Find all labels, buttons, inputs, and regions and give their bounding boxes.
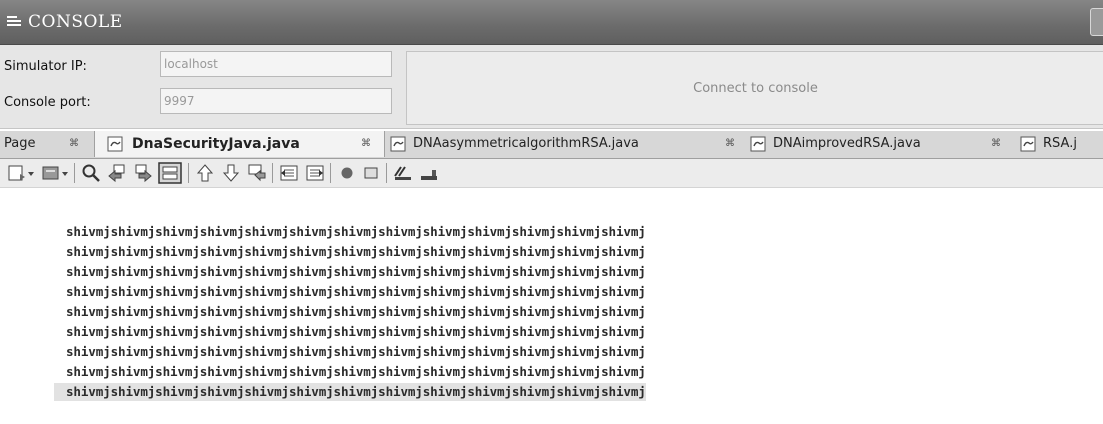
toolbar-separator [74,163,75,183]
next-bookmark-icon[interactable] [220,162,242,184]
tab-rsa[interactable]: RSA.j [1015,131,1103,157]
java-file-icon [1020,136,1036,152]
find-next-icon[interactable] [132,162,154,184]
record-macro-icon[interactable] [336,162,358,184]
tab-close-icon[interactable]: ⌘ [725,131,735,157]
connect-to-console-button[interactable]: Connect to console [406,51,1103,125]
console-port-input[interactable]: 9997 [160,88,392,114]
toolbar-separator [330,163,331,183]
tab-label: RSA.j [1043,136,1077,151]
console-port-label: Console port: [4,95,91,110]
toggle-bookmark-icon[interactable] [246,162,268,184]
new-file-icon[interactable] [6,162,28,184]
code-line: shivmjshivmjshivmjshivmjshivmjshivmjshiv… [66,324,646,339]
java-file-icon [390,136,406,152]
tab-close-icon[interactable]: ⌘ [69,131,79,157]
code-editor[interactable]: shivmjshivmjshivmjshivmjshivmjshivmjshiv… [0,188,1103,424]
tab-label: Page [4,136,36,151]
code-line: shivmjshivmjshivmjshivmjshivmjshivmjshiv… [66,364,646,379]
code-line: shivmjshivmjshivmjshivmjshivmjshivmjshiv… [66,224,646,239]
toolbar-separator [272,163,273,183]
stop-macro-icon[interactable] [360,162,382,184]
code-line: shivmjshivmjshivmjshivmjshivmjshivmjshiv… [66,244,646,259]
console-header: CONSOLE [0,0,1103,45]
tab-dnaasymmetricalgorithmrsa[interactable]: DNAasymmetricalgorithmRSA.java ⌘ [385,131,743,157]
uncomment-icon[interactable] [418,162,440,184]
tab-label: DnaSecurityJava.java [132,136,300,152]
search-icon[interactable] [80,162,102,184]
editor-toolbar [0,159,1103,188]
shift-left-icon[interactable] [278,162,300,184]
tab-close-icon[interactable]: ⌘ [361,131,371,157]
editor-tab-bar: Page ⌘ DnaSecurityJava.java ⌘ DNAasymmet… [0,131,1103,159]
tab-label: DNAasymmetricalgorithmRSA.java [413,136,639,151]
tab-dnaimprovedrsa[interactable]: DNAimprovedRSA.java ⌘ [745,131,1013,157]
dropdown-arrow-icon[interactable] [60,162,70,184]
find-previous-icon[interactable] [106,162,128,184]
code-line: shivmjshivmjshivmjshivmjshivmjshivmjshiv… [66,344,646,359]
simulator-ip-label: Simulator IP: [4,59,87,74]
code-line-current: shivmjshivmjshivmjshivmjshivmjshivmjshiv… [54,383,646,401]
comment-icon[interactable] [392,162,414,184]
code-line: shivmjshivmjshivmjshivmjshivmjshivmjshiv… [66,264,646,279]
previous-bookmark-icon[interactable] [194,162,216,184]
connect-to-console-label: Connect to console [693,80,818,96]
tab-page[interactable]: Page ⌘ [0,131,94,157]
console-maximize-button[interactable] [1090,8,1103,36]
toolbar-separator [386,163,387,183]
console-title: CONSOLE [28,12,123,32]
code-line: shivmjshivmjshivmjshivmjshivmjshivmjshiv… [66,304,646,319]
simulator-ip-input[interactable]: localhost [160,51,392,77]
tab-label: DNAimprovedRSA.java [773,136,921,151]
dropdown-arrow-icon[interactable] [26,162,36,184]
open-icon[interactable] [40,162,62,184]
java-file-icon [107,136,123,152]
tab-dnasecurityjava[interactable]: DnaSecurityJava.java ⌘ [94,131,385,157]
java-file-icon [750,136,766,152]
tab-close-icon[interactable]: ⌘ [991,131,1001,157]
console-icon [7,16,21,26]
toggle-highlight-icon[interactable] [158,162,182,184]
shift-right-icon[interactable] [304,162,326,184]
code-line: shivmjshivmjshivmjshivmjshivmjshivmjshiv… [66,284,646,299]
toolbar-separator [188,163,189,183]
